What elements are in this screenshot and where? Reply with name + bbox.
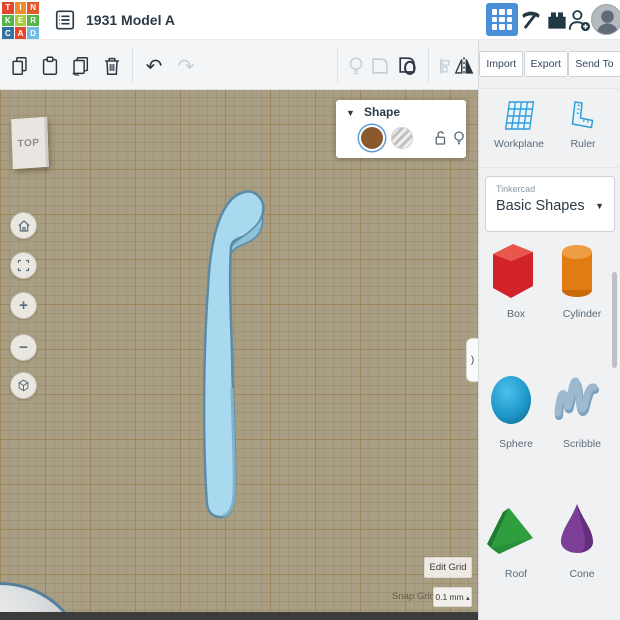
box-thumbnail-icon (483, 240, 539, 302)
shape-item-scribble[interactable]: Scribble (549, 370, 615, 466)
shape-item-sphere[interactable]: Sphere (483, 370, 549, 466)
shape-label: Scribble (549, 438, 615, 450)
tinkercad-logo[interactable]: TIN KER CAD (2, 2, 39, 39)
logo-cell: R (27, 15, 39, 27)
lock-icon[interactable] (431, 129, 449, 147)
shape-collection-dropdown[interactable]: Tinkercad Basic Shapes ▼ (485, 176, 615, 232)
shape-label: Cone (549, 568, 615, 580)
shape-item-cone[interactable]: Cone (549, 500, 615, 596)
collapse-panel-tab[interactable]: ) (466, 338, 478, 382)
logo-cell: I (15, 2, 27, 14)
ruler-icon (565, 98, 601, 134)
user-avatar[interactable] (591, 4, 620, 35)
export-button[interactable]: Export (524, 51, 568, 77)
paste-icon[interactable] (38, 54, 62, 78)
workplane-tool[interactable]: Workplane (487, 98, 551, 150)
redo-icon[interactable]: ↷ (174, 54, 198, 78)
design-menu-icon[interactable] (54, 9, 76, 31)
collapse-inspector-icon[interactable]: ▼ (346, 108, 355, 118)
logo-cell: C (2, 27, 14, 39)
workplane-edge (0, 612, 478, 620)
delete-icon[interactable] (100, 54, 124, 78)
cylinder-thumbnail-icon (549, 240, 605, 302)
undo-icon[interactable]: ↶ (142, 54, 166, 78)
toolbar-separator (132, 48, 133, 82)
perspective-toggle-button[interactable] (10, 372, 37, 399)
collection-source-label: Tinkercad (496, 184, 604, 194)
document-title[interactable]: 1931 Model A (86, 0, 175, 40)
inspector-title: Shape (364, 105, 400, 119)
shape-label: Cylinder (549, 308, 615, 320)
shape-label: Sphere (483, 438, 549, 450)
invite-collaborator-icon[interactable] (566, 7, 592, 33)
shape-item-roof[interactable]: Roof (483, 500, 549, 596)
snap-grid-label: Snap Grid (392, 591, 435, 602)
workplane-label: Workplane (487, 138, 551, 150)
toolbar-separator (428, 48, 429, 82)
show-all-icon[interactable] (344, 54, 368, 78)
logo-cell: D (27, 27, 39, 39)
duplicate-icon[interactable] (68, 54, 92, 78)
solid-color-swatch[interactable] (361, 127, 383, 149)
sphere-thumbnail-icon (483, 370, 539, 432)
header: TIN KER CAD 1931 Model A (0, 0, 620, 40)
chevron-down-icon: ▼ (595, 201, 604, 211)
hole-swatch[interactable] (391, 127, 413, 149)
import-button[interactable]: Import (479, 51, 523, 77)
logo-cell: N (27, 2, 39, 14)
roof-thumbnail-icon (483, 500, 539, 562)
zoom-out-button[interactable]: − (10, 334, 37, 361)
shape-item-cylinder[interactable]: Cylinder (549, 240, 615, 336)
minus-icon: − (19, 340, 28, 355)
minecraft-pickaxe-icon[interactable] (518, 7, 544, 33)
tinkercad-apps-tile-button[interactable] (486, 3, 518, 36)
file-actions-row: Import Export Send To (479, 40, 620, 89)
selected-shape-model[interactable] (190, 188, 282, 528)
group-icon[interactable] (368, 54, 392, 78)
scribble-thumbnail-icon (549, 370, 605, 432)
caret-up-icon: ▴ (466, 595, 470, 602)
snap-grid-value: 0.1 mm (435, 592, 463, 602)
shape-label: Roof (483, 568, 549, 580)
ruler-label: Ruler (551, 138, 615, 150)
shape-inspector: ▼ Shape (336, 100, 466, 158)
shapes-panel: Import Export Send To Workplane (478, 40, 620, 620)
mirror-icon[interactable] (452, 54, 476, 78)
shape-item-box[interactable]: Box (483, 240, 549, 336)
ungroup-icon[interactable] (396, 54, 420, 78)
collection-selected-value: Basic Shapes (496, 198, 604, 214)
cone-thumbnail-icon (549, 500, 605, 562)
fit-view-button[interactable] (10, 252, 37, 279)
visibility-bulb-icon[interactable] (450, 129, 468, 147)
zoom-in-button[interactable]: + (10, 292, 37, 319)
viewport-canvas[interactable]: TOP + − (0, 90, 478, 620)
tinkercad-app: TIN KER CAD 1931 Model A (0, 0, 620, 620)
workplane-icon (501, 98, 537, 134)
shape-label: Box (483, 308, 549, 320)
view-cube[interactable]: TOP (11, 117, 49, 169)
panel-scrollbar[interactable] (612, 272, 617, 368)
send-to-button[interactable]: Send To (568, 51, 620, 77)
helper-tools-row: Workplane Ruler (479, 90, 620, 168)
toolbar-separator (337, 48, 338, 82)
home-view-button[interactable] (10, 212, 37, 239)
logo-cell: K (2, 15, 14, 27)
ruler-tool[interactable]: Ruler (551, 98, 615, 150)
plus-icon: + (19, 298, 28, 313)
logo-cell: A (15, 27, 27, 39)
edit-toolbar: ↶ ↷ (0, 40, 478, 90)
logo-cell: E (15, 15, 27, 27)
logo-cell: T (2, 2, 14, 14)
copy-icon[interactable] (8, 54, 32, 78)
edit-grid-button[interactable]: Edit Grid (424, 557, 472, 578)
snap-grid-dropdown[interactable]: 0.1 mm ▴ (433, 587, 472, 607)
